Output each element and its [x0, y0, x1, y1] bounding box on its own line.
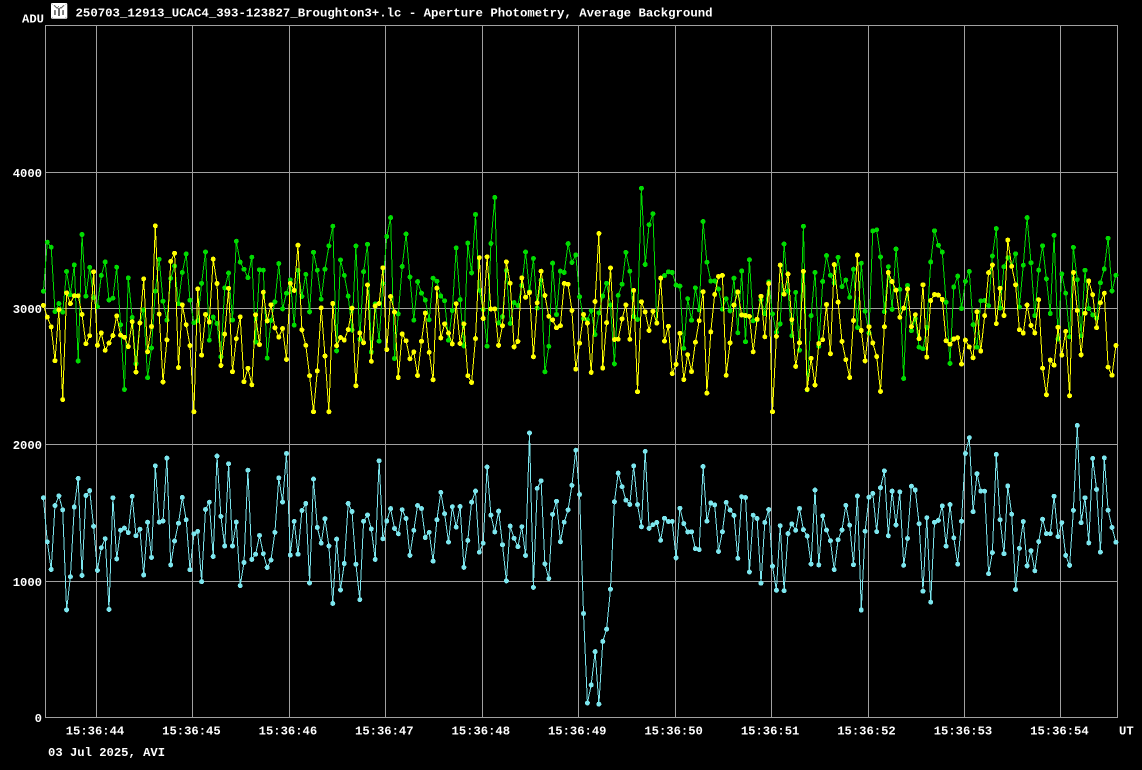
svg-text:1000: 1000: [13, 576, 42, 590]
svg-text:UT: UT: [1119, 725, 1134, 739]
svg-text:15:36:52: 15:36:52: [837, 725, 896, 739]
svg-text:15:36:44: 15:36:44: [66, 725, 125, 739]
svg-text:2000: 2000: [13, 439, 42, 453]
svg-text:ADU: ADU: [22, 12, 44, 26]
svg-text:03 Jul 2025, AVI: 03 Jul 2025, AVI: [48, 746, 165, 760]
svg-text:15:36:51: 15:36:51: [741, 725, 800, 739]
svg-text:15:36:46: 15:36:46: [259, 725, 318, 739]
svg-text:4000: 4000: [13, 167, 42, 181]
svg-text:15:36:54: 15:36:54: [1030, 725, 1089, 739]
svg-text:15:36:47: 15:36:47: [355, 725, 414, 739]
svg-text:15:36:49: 15:36:49: [548, 725, 607, 739]
svg-text:3000: 3000: [13, 303, 42, 317]
svg-text:15:36:48: 15:36:48: [452, 725, 511, 739]
svg-text:0: 0: [35, 712, 42, 726]
svg-text:250703_12913_UCAC4_393-123827_: 250703_12913_UCAC4_393-123827_Broughton3…: [76, 7, 713, 21]
svg-text:15:36:45: 15:36:45: [162, 725, 221, 739]
svg-text:15:36:53: 15:36:53: [934, 725, 993, 739]
svg-text:15:36:50: 15:36:50: [644, 725, 703, 739]
